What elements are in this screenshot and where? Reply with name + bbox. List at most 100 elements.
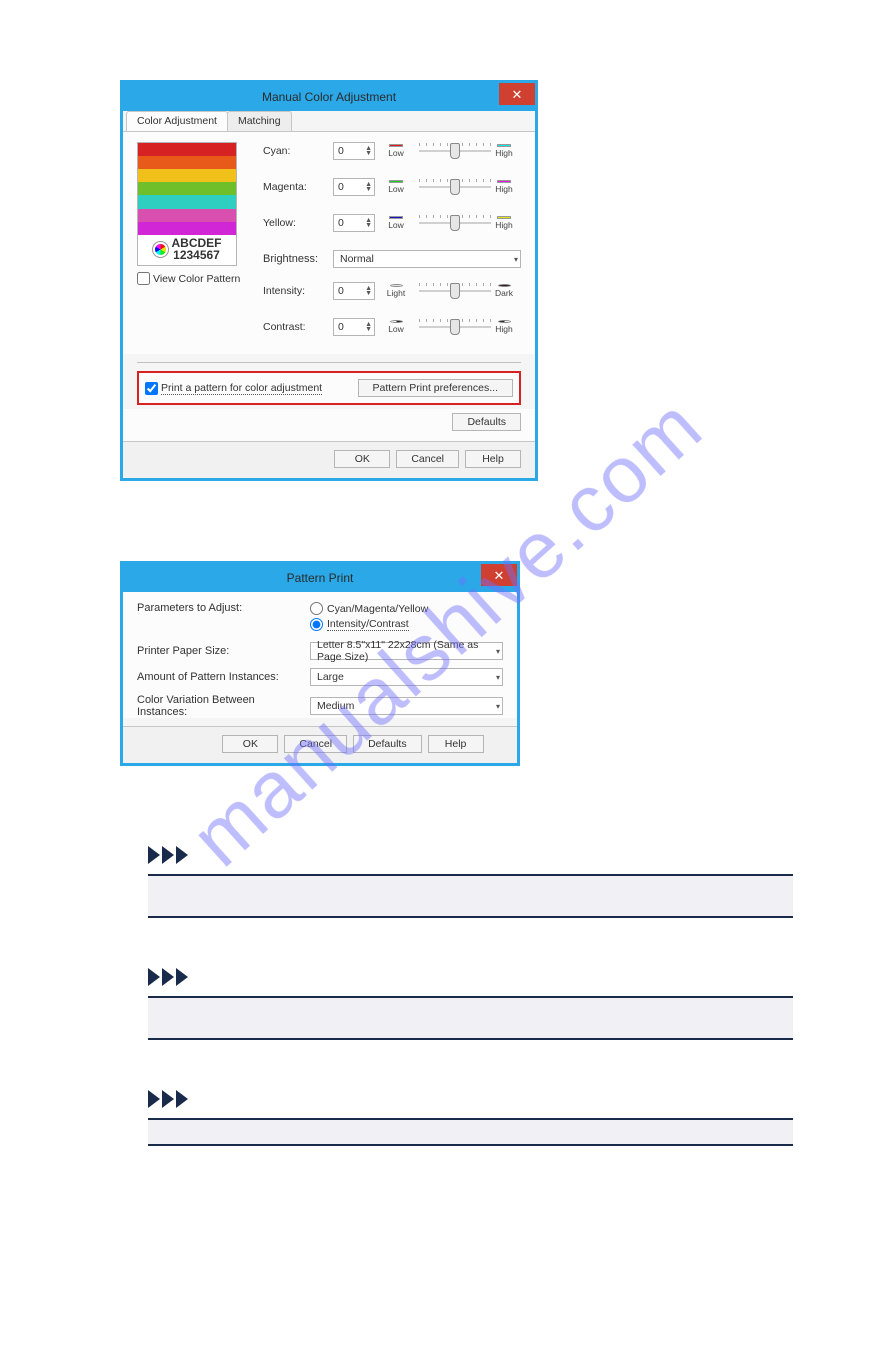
brightness-value: Normal xyxy=(340,253,374,265)
spinner-arrows-icon: ▲▼ xyxy=(365,322,372,332)
spinner-arrows-icon: ▲▼ xyxy=(365,218,372,228)
print-pattern-label: Print a pattern for color adjustment xyxy=(161,382,322,395)
contrast-high-icon: High xyxy=(497,320,511,334)
dialog-title: Pattern Print xyxy=(287,571,354,585)
amount-label: Amount of Pattern Instances: xyxy=(137,671,302,683)
pattern-print-dialog: Pattern Print ✕ Parameters to Adjust: Cy… xyxy=(120,561,520,766)
cyan-high-swatch: High xyxy=(497,144,511,158)
ok-button[interactable]: OK xyxy=(222,735,278,753)
radio-cmy-label: Cyan/Magenta/Yellow xyxy=(327,603,428,615)
print-pattern-input[interactable] xyxy=(145,382,158,395)
print-pattern-checkbox[interactable]: Print a pattern for color adjustment xyxy=(145,382,322,395)
close-button[interactable]: ✕ xyxy=(481,564,517,586)
variation-label: Color Variation Between Instances: xyxy=(137,694,302,718)
color-wheel-icon xyxy=(153,242,168,257)
contrast-spinner[interactable]: 0 ▲▼ xyxy=(333,318,375,336)
note-box xyxy=(148,996,793,1040)
note-section-1 xyxy=(148,846,793,918)
close-button[interactable]: ✕ xyxy=(499,83,535,105)
divider xyxy=(137,362,521,363)
manual-color-adjustment-dialog: Manual Color Adjustment ✕ Color Adjustme… xyxy=(120,80,538,481)
tab-color-adjustment[interactable]: Color Adjustment xyxy=(126,111,228,131)
radio-cmy-input[interactable] xyxy=(310,602,323,615)
contrast-value: 0 xyxy=(338,321,344,333)
intensity-dark-icon: Dark xyxy=(497,284,511,298)
yellow-slider[interactable] xyxy=(419,217,491,229)
radio-ic-label: Intensity/Contrast xyxy=(327,618,409,631)
magenta-spinner[interactable]: 0 ▲▼ xyxy=(333,178,375,196)
note-section-3 xyxy=(148,1090,793,1146)
contrast-low-icon: Low xyxy=(389,320,403,334)
preview-image: ABCDEF 1234567 xyxy=(137,142,237,266)
button-bar: OK Cancel Defaults Help xyxy=(123,726,517,763)
help-button[interactable]: Help xyxy=(465,450,521,468)
yellow-high-swatch: High xyxy=(497,216,511,230)
view-color-pattern-label: View Color Pattern xyxy=(153,273,240,285)
chevron-heading-icon xyxy=(148,968,793,986)
print-pattern-row: Print a pattern for color adjustment Pat… xyxy=(137,371,521,405)
contrast-label: Contrast: xyxy=(263,321,327,333)
view-color-pattern-checkbox[interactable]: View Color Pattern xyxy=(137,272,249,285)
titlebar: Pattern Print ✕ xyxy=(123,564,517,592)
chevron-down-icon: ▾ xyxy=(514,255,518,264)
chevron-down-icon: ▾ xyxy=(496,647,500,656)
help-button[interactable]: Help xyxy=(428,735,484,753)
amount-value: Large xyxy=(317,671,344,683)
view-color-pattern-input[interactable] xyxy=(137,272,150,285)
chevron-down-icon: ▾ xyxy=(496,702,500,711)
close-icon: ✕ xyxy=(512,88,523,101)
variation-select[interactable]: Medium ▾ xyxy=(310,697,503,715)
parameters-label: Parameters to Adjust: xyxy=(137,602,302,614)
paper-size-select[interactable]: Letter 8.5"x11" 22x28cm (Same as Page Si… xyxy=(310,642,503,660)
radio-cmy[interactable]: Cyan/Magenta/Yellow xyxy=(310,602,503,615)
yellow-spinner[interactable]: 0 ▲▼ xyxy=(333,214,375,232)
radio-intensity-contrast[interactable]: Intensity/Contrast xyxy=(310,618,503,631)
note-box xyxy=(148,1118,793,1146)
chevron-heading-icon xyxy=(148,846,793,864)
intensity-spinner[interactable]: 0 ▲▼ xyxy=(333,282,375,300)
chevron-down-icon: ▾ xyxy=(496,673,500,682)
preview-text-2: 1234567 xyxy=(173,248,220,262)
magenta-low-swatch: Low xyxy=(389,180,403,194)
magenta-slider[interactable] xyxy=(419,181,491,193)
radio-ic-input[interactable] xyxy=(310,618,323,631)
note-box xyxy=(148,874,793,918)
intensity-light-icon: Light xyxy=(389,284,403,298)
note-section-2 xyxy=(148,968,793,1040)
yellow-value: 0 xyxy=(338,217,344,229)
brightness-select[interactable]: Normal ▾ xyxy=(333,250,521,268)
cyan-label: Cyan: xyxy=(263,145,327,157)
brightness-label: Brightness: xyxy=(263,253,327,265)
contrast-slider[interactable] xyxy=(419,321,491,333)
intensity-slider[interactable] xyxy=(419,285,491,297)
spinner-arrows-icon: ▲▼ xyxy=(365,146,372,156)
close-icon: ✕ xyxy=(494,569,505,582)
cyan-low-swatch: Low xyxy=(389,144,403,158)
magenta-high-swatch: High xyxy=(497,180,511,194)
paper-size-label: Printer Paper Size: xyxy=(137,645,302,657)
tab-matching[interactable]: Matching xyxy=(227,111,292,131)
cancel-button[interactable]: Cancel xyxy=(396,450,459,468)
cyan-spinner[interactable]: 0 ▲▼ xyxy=(333,142,375,160)
pattern-print-preferences-button[interactable]: Pattern Print preferences... xyxy=(358,379,513,397)
defaults-button[interactable]: Defaults xyxy=(452,413,521,431)
intensity-label: Intensity: xyxy=(263,285,327,297)
button-bar: OK Cancel Help xyxy=(123,441,535,478)
paper-size-value: Letter 8.5"x11" 22x28cm (Same as Page Si… xyxy=(317,639,496,663)
cyan-slider[interactable] xyxy=(419,145,491,157)
yellow-label: Yellow: xyxy=(263,217,327,229)
ok-button[interactable]: OK xyxy=(334,450,390,468)
magenta-value: 0 xyxy=(338,181,344,193)
spinner-arrows-icon: ▲▼ xyxy=(365,182,372,192)
titlebar: Manual Color Adjustment ✕ xyxy=(123,83,535,111)
variation-value: Medium xyxy=(317,700,354,712)
dialog-title: Manual Color Adjustment xyxy=(262,90,396,104)
magenta-label: Magenta: xyxy=(263,181,327,193)
defaults-button[interactable]: Defaults xyxy=(353,735,422,753)
yellow-low-swatch: Low xyxy=(389,216,403,230)
cancel-button[interactable]: Cancel xyxy=(284,735,347,753)
spinner-arrows-icon: ▲▼ xyxy=(365,286,372,296)
amount-select[interactable]: Large ▾ xyxy=(310,668,503,686)
intensity-value: 0 xyxy=(338,285,344,297)
chevron-heading-icon xyxy=(148,1090,793,1108)
